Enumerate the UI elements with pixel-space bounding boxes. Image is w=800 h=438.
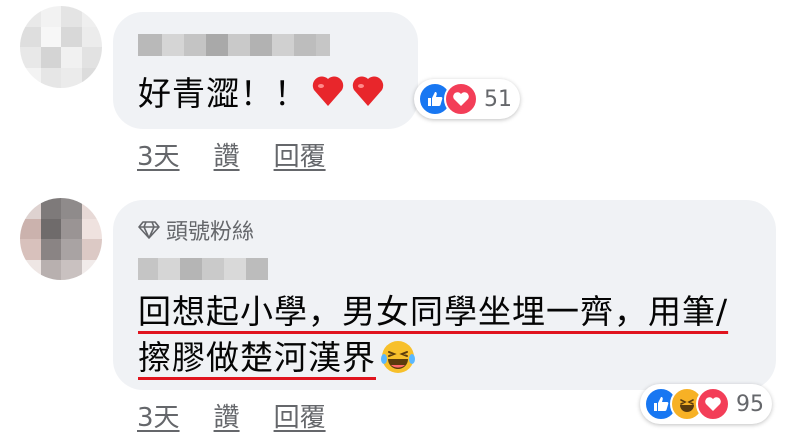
like-button[interactable]: 讚 xyxy=(214,397,240,434)
love-reaction-icon xyxy=(444,82,478,116)
avatar[interactable] xyxy=(20,198,102,280)
comment-bubble: 好青澀！！ xyxy=(113,12,418,129)
diamond-badge-icon xyxy=(138,220,160,240)
reply-button[interactable]: 回覆 xyxy=(274,136,326,173)
reaction-count: 51 xyxy=(484,86,512,112)
comment-bubble: 頭號粉絲 回想起小學，男女同學坐埋一齊，用筆/ 擦膠做楚河漢界 xyxy=(113,200,776,390)
love-reaction-icon xyxy=(696,387,730,421)
timestamp-link[interactable]: 3天 xyxy=(137,136,180,173)
like-button[interactable]: 讚 xyxy=(214,136,240,173)
comment-text: 好青澀！！ xyxy=(138,70,390,122)
avatar[interactable] xyxy=(20,6,102,88)
badge-label: 頭號粉絲 xyxy=(166,220,255,245)
comment-text-line-1: 回想起小學，男女同學坐埋一齊，用筆/ xyxy=(138,292,729,331)
reaction-count: 95 xyxy=(736,391,764,417)
timestamp-link[interactable]: 3天 xyxy=(137,397,180,434)
top-fan-badge[interactable]: 頭號粉絲 xyxy=(138,214,254,246)
commenter-name-blurred[interactable] xyxy=(138,34,330,56)
commenter-name-blurred[interactable] xyxy=(138,258,268,280)
comment-actions: 3天 讚 回覆 xyxy=(137,136,326,173)
reaction-summary[interactable]: 51 xyxy=(414,79,520,119)
laugh-cry-emoji xyxy=(380,339,416,388)
comment-actions: 3天 讚 回覆 xyxy=(137,397,326,434)
reaction-summary[interactable]: 95 xyxy=(640,384,772,424)
reply-button[interactable]: 回覆 xyxy=(274,397,326,434)
comment-text-line-2: 擦膠做楚河漢界 xyxy=(138,334,416,388)
heart-emoji xyxy=(310,73,390,122)
